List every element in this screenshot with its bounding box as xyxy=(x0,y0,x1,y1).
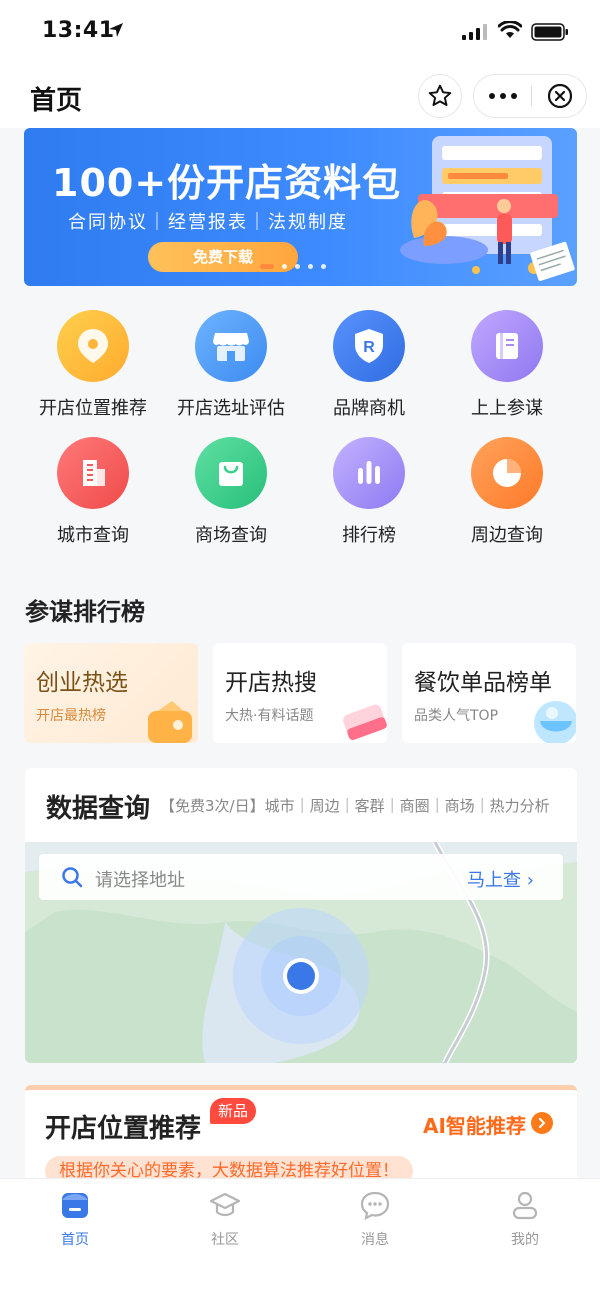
battery-icon xyxy=(531,23,568,41)
page-title: 首页 xyxy=(30,86,83,116)
carousel-dot-active xyxy=(260,264,274,269)
section-title-ranking: 参谋排行榜 xyxy=(25,598,145,626)
svg-text:R: R xyxy=(363,339,375,356)
signal-icon xyxy=(462,24,487,40)
rank-card-hot-search[interactable]: 开店热搜 大热·有料话题 xyxy=(213,643,387,743)
carousel-indicator xyxy=(260,264,326,269)
grid-label: 品牌商机 xyxy=(333,398,405,419)
grid-label: 商场查询 xyxy=(195,525,267,546)
grid-label: 排行榜 xyxy=(342,525,396,546)
location-arrow-icon xyxy=(109,23,123,37)
grid-item-site-assessment[interactable]: 开店选址评估 xyxy=(161,300,301,420)
grid-item-leaderboard[interactable]: 排行榜 xyxy=(299,427,439,547)
person-icon xyxy=(509,1187,541,1223)
grid-item-brand-opportunity[interactable]: R 品牌商机 xyxy=(299,300,439,420)
grid-item-city-query[interactable]: 城市查询 xyxy=(23,427,163,547)
carousel-dot xyxy=(282,264,287,269)
tab-label: 社区 xyxy=(211,1232,239,1248)
chevron-right-icon: › xyxy=(526,870,534,891)
grid-item-advisor[interactable]: 上上参谋 xyxy=(437,300,577,420)
tab-community[interactable]: 社区 xyxy=(150,1187,300,1257)
search-input[interactable]: 请选择地址 xyxy=(95,866,185,892)
more-button[interactable] xyxy=(474,75,531,117)
grid-label: 开店选址评估 xyxy=(177,398,285,419)
bar-chart-icon xyxy=(333,437,405,509)
bowl-icon xyxy=(534,701,576,743)
close-button[interactable] xyxy=(532,75,587,117)
grid-label: 城市查询 xyxy=(57,525,129,546)
rank-card-title: 餐饮单品榜单 xyxy=(414,670,552,696)
address-search-box[interactable]: 请选择地址 马上查 › xyxy=(39,854,563,900)
grid-item-location-recommend[interactable]: 开店位置推荐 xyxy=(23,300,163,420)
rank-card-title: 开店热搜 xyxy=(225,670,317,696)
data-query-title: 数据查询 xyxy=(46,794,151,824)
status-time: 13:41 xyxy=(42,18,115,43)
grid-label: 上上参谋 xyxy=(471,398,543,419)
status-bar: 13:41 xyxy=(0,0,600,64)
rank-card-subtitle: 品类人气TOP xyxy=(414,708,499,724)
wifi-icon xyxy=(498,21,522,38)
rank-card-food-items[interactable]: 餐饮单品榜单 品类人气TOP xyxy=(402,643,576,743)
grid-item-nearby-query[interactable]: 周边查询 xyxy=(437,427,577,547)
wallet-icon xyxy=(148,701,192,743)
carousel-dot xyxy=(308,264,313,269)
tab-label: 首页 xyxy=(61,1232,89,1248)
location-pin-icon xyxy=(57,310,129,382)
ai-recommend-link[interactable]: AI智能推荐 xyxy=(423,1110,526,1139)
data-query-tags: 【免费3次/日】城市｜周边｜客群｜商圈｜商场｜热力分析 xyxy=(160,797,550,815)
mini-program-capsule xyxy=(473,74,587,118)
data-query-card: 数据查询 【免费3次/日】城市｜周边｜客群｜商圈｜商场｜热力分析 请选择地址 马… xyxy=(25,768,577,1063)
more-dots-icon xyxy=(488,93,517,99)
banner-subtitle: 合同协议｜经营报表｜法规制度 xyxy=(68,212,348,233)
carousel-dot xyxy=(295,264,300,269)
nav-bar: 首页 xyxy=(0,64,600,128)
tab-messages[interactable]: 消息 xyxy=(300,1187,450,1257)
search-icon xyxy=(62,867,83,888)
home-icon xyxy=(59,1187,91,1223)
recommend-title: 开店位置推荐 xyxy=(45,1114,202,1144)
brand-shield-icon: R xyxy=(333,310,405,382)
pie-chart-icon xyxy=(471,437,543,509)
close-circle-icon xyxy=(547,83,572,109)
tab-label: 我的 xyxy=(511,1232,539,1248)
rank-card-title: 创业热选 xyxy=(36,670,128,696)
search-now-button[interactable]: 马上查 › xyxy=(467,866,534,892)
rank-card-startup[interactable]: 创业热选 开店最热榜 xyxy=(24,643,198,743)
grid-label: 开店位置推荐 xyxy=(39,398,147,419)
book-icon xyxy=(471,310,543,382)
carousel-dot xyxy=(321,264,326,269)
tab-home[interactable]: 首页 xyxy=(0,1187,150,1257)
chat-bubble-icon xyxy=(359,1187,391,1223)
star-icon xyxy=(428,84,452,106)
tab-label: 消息 xyxy=(361,1232,389,1248)
favorite-button[interactable] xyxy=(418,74,462,118)
grid-label: 周边查询 xyxy=(471,525,543,546)
building-icon xyxy=(57,437,129,509)
search-now-label: 马上查 xyxy=(467,870,521,891)
storefront-icon xyxy=(195,310,267,382)
rank-card-subtitle: 开店最热榜 xyxy=(36,708,106,724)
new-badge: 新品 xyxy=(210,1098,257,1124)
banner-title: 100+份开店资料包 xyxy=(52,161,402,205)
tag-icon xyxy=(343,704,387,740)
chevron-right-circle-icon[interactable] xyxy=(531,1112,553,1134)
graduation-cap-icon xyxy=(209,1187,241,1223)
promo-banner[interactable]: 100+份开店资料包 合同协议｜经营报表｜法规制度 免费下载 xyxy=(24,128,577,286)
grid-item-mall-query[interactable]: 商场查询 xyxy=(161,427,301,547)
document-illustration xyxy=(400,136,575,282)
tab-profile[interactable]: 我的 xyxy=(450,1187,600,1257)
shopping-bag-icon xyxy=(195,437,267,509)
tab-bar: 首页 社区 消息 我的 xyxy=(0,1178,600,1298)
rank-card-subtitle: 大热·有料话题 xyxy=(225,708,314,724)
